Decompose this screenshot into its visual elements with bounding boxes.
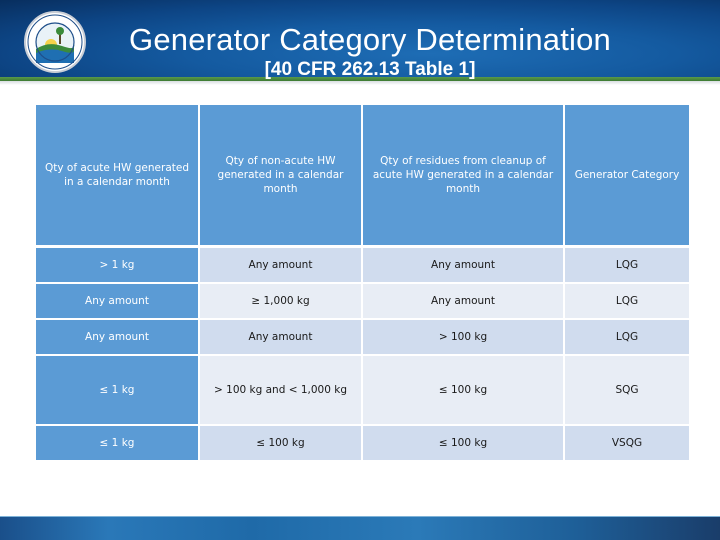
column-header-non-acute-hw: Qty of non-acute HW generated in a calen… — [200, 105, 361, 245]
table-cell-generator-category: LQG — [565, 320, 689, 354]
table-cell-generator-category: SQG — [565, 356, 689, 424]
table-cell-non-acute-hw: ≥ 1,000 kg — [200, 284, 361, 318]
page-subtitle: [40 CFR 262.13 Table 1] — [264, 59, 476, 80]
table-cell-non-acute-hw: ≤ 100 kg — [200, 426, 361, 460]
table-cell-acute-hw: Any amount — [36, 320, 198, 354]
table-cell-acute-hw: Any amount — [36, 284, 198, 318]
table-cell-cleanup-residues: > 100 kg — [363, 320, 563, 354]
column-header-acute-hw: Qty of acute HW generated in a calendar … — [36, 105, 198, 245]
column-header-generator-category: Generator Category — [565, 105, 689, 245]
table-cell-non-acute-hw: Any amount — [200, 248, 361, 282]
table-cell-cleanup-residues: Any amount — [363, 248, 563, 282]
table-cell-generator-category: LQG — [565, 284, 689, 318]
table-cell-generator-category: LQG — [565, 248, 689, 282]
table-cell-generator-category: VSQG — [565, 426, 689, 460]
table-cell-non-acute-hw: Any amount — [200, 320, 361, 354]
table-cell-acute-hw: ≤ 1 kg — [36, 426, 198, 460]
column-header-cleanup-residues: Qty of residues from cleanup of acute HW… — [363, 105, 563, 245]
table-cell-acute-hw: ≤ 1 kg — [36, 356, 198, 424]
table-cell-cleanup-residues: Any amount — [363, 284, 563, 318]
table-cell-non-acute-hw: > 100 kg and < 1,000 kg — [200, 356, 361, 424]
table-cell-cleanup-residues: ≤ 100 kg — [363, 356, 563, 424]
table-cell-acute-hw: > 1 kg — [36, 248, 198, 282]
page-title: Generator Category Determination — [129, 22, 611, 57]
table-cell-cleanup-residues: ≤ 100 kg — [363, 426, 563, 460]
banner-shadow — [0, 81, 720, 85]
footer-bar — [0, 517, 720, 540]
